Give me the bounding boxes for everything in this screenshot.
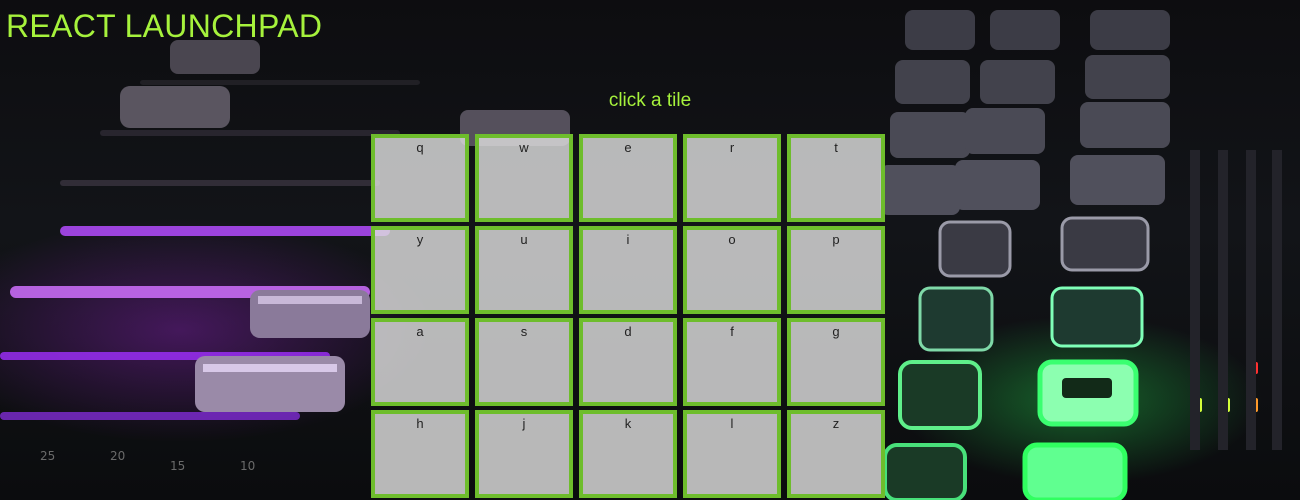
console-buttons	[880, 10, 1170, 500]
pad-key-label: l	[730, 416, 734, 431]
level-meters	[1190, 150, 1282, 450]
pad-key-label: f	[730, 324, 734, 339]
pad-key-label: p	[832, 232, 840, 247]
pad-u[interactable]: u	[475, 226, 573, 314]
pad-r[interactable]: r	[683, 134, 781, 222]
pad-key-label: g	[832, 324, 840, 339]
pad-key-label: k	[624, 416, 632, 431]
pad-w[interactable]: w	[475, 134, 573, 222]
pad-i[interactable]: i	[579, 226, 677, 314]
pad-a[interactable]: a	[371, 318, 469, 406]
pad-key-label: j	[522, 416, 526, 431]
pad-key-label: u	[520, 232, 528, 247]
pad-t[interactable]: t	[787, 134, 885, 222]
pad-p[interactable]: p	[787, 226, 885, 314]
pad-key-label: d	[624, 324, 632, 339]
pad-s[interactable]: s	[475, 318, 573, 406]
svg-text:10: 10	[240, 459, 255, 473]
pad-e[interactable]: e	[579, 134, 677, 222]
launchpad-grid: q w e r t y u i o p a s d f g h j k l z	[371, 134, 885, 498]
pad-f[interactable]: f	[683, 318, 781, 406]
instruction-text: click a tile	[608, 90, 692, 111]
pad-key-label: o	[728, 232, 736, 247]
pad-q[interactable]: q	[371, 134, 469, 222]
pad-l[interactable]: l	[683, 410, 781, 498]
pad-key-label: q	[416, 140, 424, 155]
pad-key-label: e	[624, 140, 632, 155]
app-title: REACT LAUNCHPAD	[6, 8, 323, 44]
pad-key-label: h	[416, 416, 424, 431]
svg-text:20: 20	[110, 449, 125, 463]
pad-k[interactable]: k	[579, 410, 677, 498]
pad-key-label: r	[729, 140, 735, 155]
pad-j[interactable]: j	[475, 410, 573, 498]
pad-key-label: y	[416, 232, 424, 247]
pad-d[interactable]: d	[579, 318, 677, 406]
pad-z[interactable]: z	[787, 410, 885, 498]
pad-key-label: i	[626, 232, 630, 247]
svg-text:25: 25	[40, 449, 55, 463]
pad-o[interactable]: o	[683, 226, 781, 314]
pad-h[interactable]: h	[371, 410, 469, 498]
pad-key-label: t	[834, 140, 838, 155]
fader-scale: 25 20 15 10	[40, 449, 255, 473]
pad-y[interactable]: y	[371, 226, 469, 314]
pad-key-label: a	[416, 324, 424, 339]
pad-key-label: z	[832, 416, 840, 431]
svg-text:15: 15	[170, 459, 185, 473]
pad-g[interactable]: g	[787, 318, 885, 406]
pad-key-label: w	[519, 140, 529, 155]
pad-key-label: s	[520, 324, 528, 339]
